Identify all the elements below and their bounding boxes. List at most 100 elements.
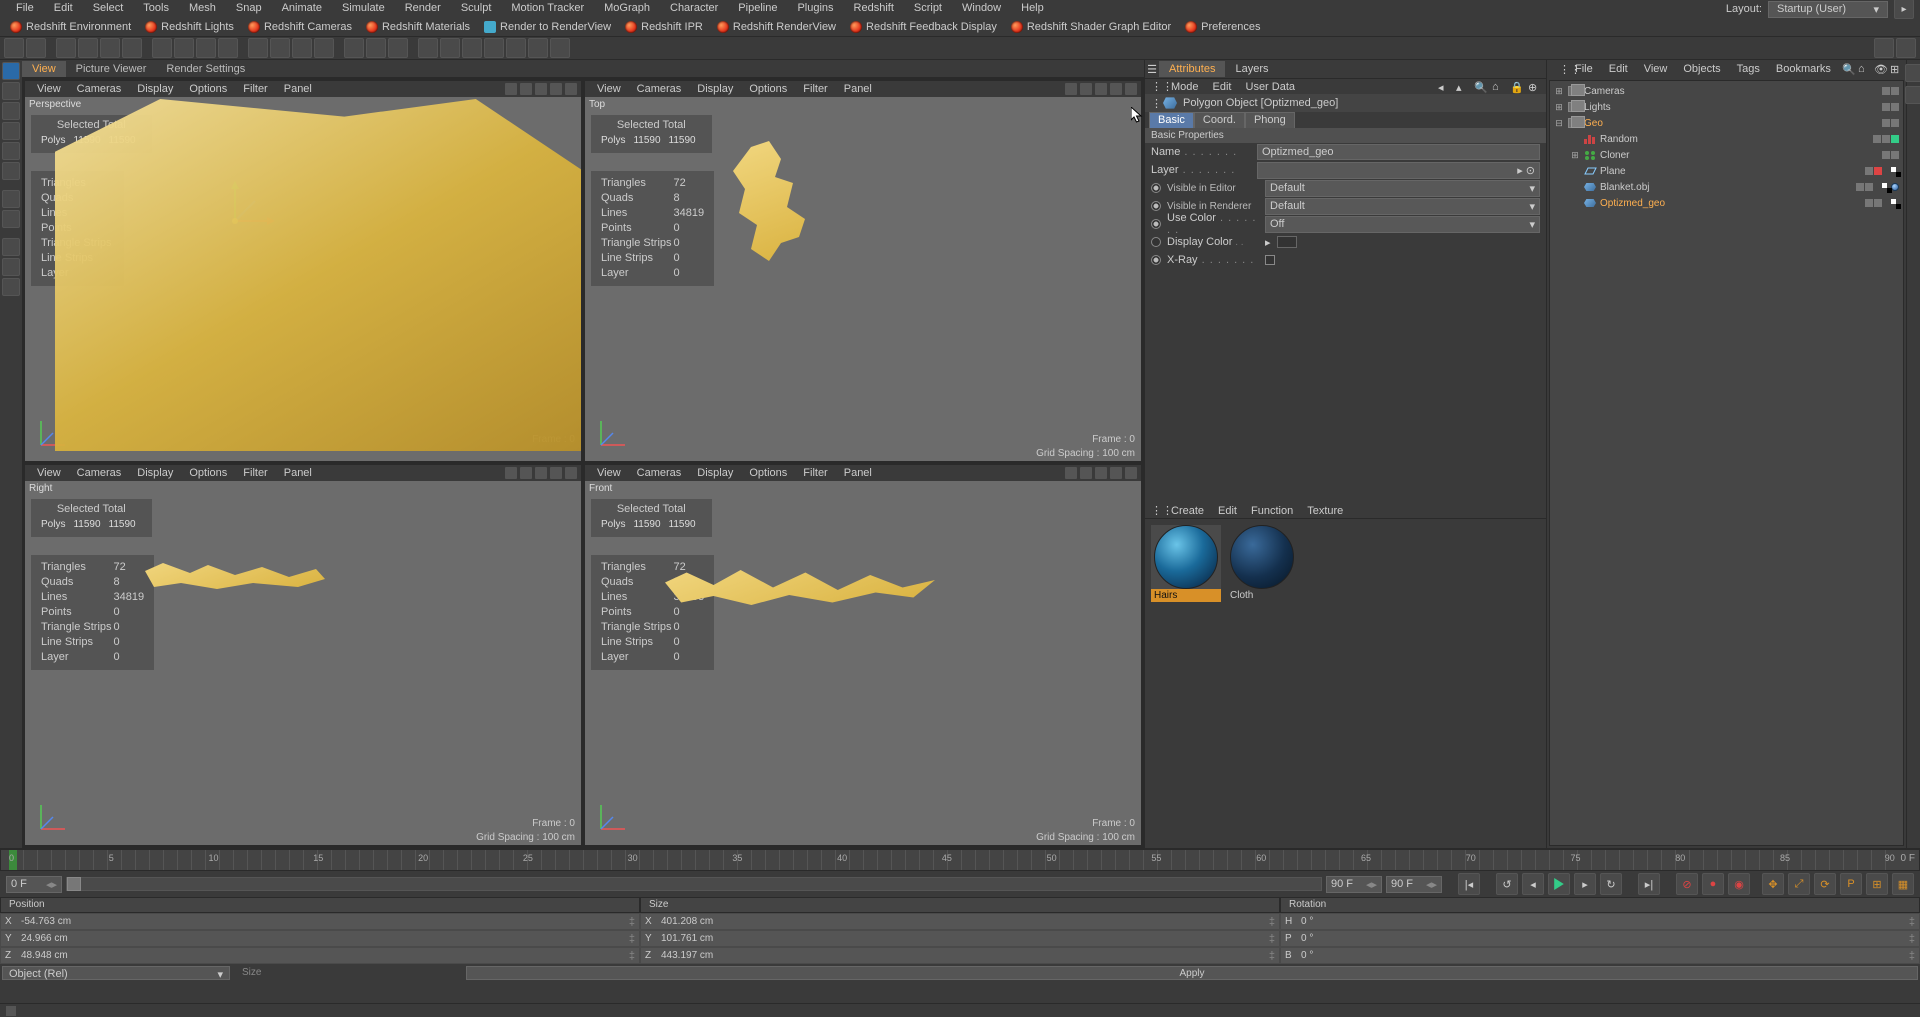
menu-mograph[interactable]: MoGraph: [594, 0, 660, 18]
model-mode[interactable]: [2, 62, 20, 80]
coord-system-button[interactable]: [314, 38, 334, 58]
param-key-button[interactable]: P: [1840, 873, 1862, 895]
vpmenu-cameras[interactable]: Cameras: [629, 83, 690, 95]
lock-y-button[interactable]: [270, 38, 290, 58]
live-select-button[interactable]: [56, 38, 76, 58]
next-key-button[interactable]: ↻: [1600, 873, 1622, 895]
coord-p-z[interactable]: Z48.948 cm‡: [0, 947, 640, 964]
attr-sub-user-data[interactable]: User Data: [1246, 81, 1296, 93]
layer-field[interactable]: ▸ ⊙: [1257, 162, 1540, 179]
name-field[interactable]: Optizmed_geo: [1257, 144, 1540, 160]
spinner-icon[interactable]: ‡: [1269, 950, 1275, 962]
start-frame-field[interactable]: 0 F◂▸: [6, 876, 62, 893]
cube-primitive-button[interactable]: [418, 38, 438, 58]
rs-redshift-lights[interactable]: Redshift Lights: [139, 19, 240, 35]
om-expand-icon[interactable]: ⊞: [1890, 63, 1902, 75]
vp-nav-icon[interactable]: [520, 83, 532, 95]
texture-mode[interactable]: [2, 82, 20, 100]
vpmenu-options[interactable]: Options: [181, 467, 235, 479]
vpmenu-display[interactable]: Display: [129, 467, 181, 479]
end-frame-field[interactable]: 90 F◂▸: [1386, 876, 1442, 893]
menu-snap[interactable]: Snap: [226, 0, 272, 18]
vpmenu-cameras[interactable]: Cameras: [69, 83, 130, 95]
vp-nav-icon[interactable]: [1065, 83, 1077, 95]
viewport-solo[interactable]: [2, 238, 20, 256]
rs-redshift-ipr[interactable]: Redshift IPR: [619, 19, 709, 35]
vpmenu-view[interactable]: View: [29, 83, 69, 95]
spinner-icon[interactable]: ‡: [629, 950, 635, 962]
tags[interactable]: [1891, 199, 1899, 207]
menu-redshift[interactable]: Redshift: [844, 0, 904, 18]
vpmenu-view[interactable]: View: [29, 467, 69, 479]
vp-nav-icon[interactable]: [550, 467, 562, 479]
om-menu-tags[interactable]: Tags: [1729, 63, 1768, 76]
menu-animate[interactable]: Animate: [272, 0, 332, 18]
om-search-icon[interactable]: 🔍: [1842, 63, 1854, 75]
menu-plugins[interactable]: Plugins: [787, 0, 843, 18]
edge-mode[interactable]: [2, 142, 20, 160]
tags[interactable]: [1882, 183, 1899, 191]
vpmenu-panel[interactable]: Panel: [276, 467, 320, 479]
attr-nav-icon[interactable]: 🔒: [1510, 81, 1522, 93]
vp-nav-icon[interactable]: [1110, 467, 1122, 479]
vp-nav-icon[interactable]: [565, 83, 577, 95]
light-button[interactable]: [550, 38, 570, 58]
vp-nav-icon[interactable]: [1110, 83, 1122, 95]
menu-sculpt[interactable]: Sculpt: [451, 0, 502, 18]
vp-nav-icon[interactable]: [1080, 83, 1092, 95]
autokey-button[interactable]: ●: [1702, 873, 1724, 895]
poly-select-button[interactable]: [122, 38, 142, 58]
rs-preferences[interactable]: Preferences: [1179, 19, 1266, 35]
attr-sub-edit[interactable]: Edit: [1213, 81, 1232, 93]
om-menu-edit[interactable]: Edit: [1601, 63, 1636, 76]
render-button[interactable]: [344, 38, 364, 58]
coord-p-y[interactable]: Y24.966 cm‡: [0, 930, 640, 947]
visibility-dots[interactable]: [1873, 135, 1899, 143]
edge-btn[interactable]: [1905, 64, 1920, 82]
om-row-blanket-obj[interactable]: Blanket.obj: [1550, 179, 1903, 195]
om-menu-file[interactable]: File: [1567, 63, 1601, 76]
spinner-icon[interactable]: ‡: [1269, 933, 1275, 945]
record-button[interactable]: ⊘: [1676, 873, 1698, 895]
render-region-button[interactable]: [366, 38, 386, 58]
undo-button[interactable]: [4, 38, 24, 58]
vrend-dropdown[interactable]: Default▾: [1265, 198, 1540, 215]
vp-nav-icon[interactable]: [505, 83, 517, 95]
visibility-dots[interactable]: [1882, 151, 1899, 159]
om-row-random[interactable]: Random: [1550, 131, 1903, 147]
menu-tools[interactable]: Tools: [133, 0, 179, 18]
tweaks[interactable]: [2, 210, 20, 228]
goto-start-button[interactable]: |◂: [1458, 873, 1480, 895]
vpmenu-filter[interactable]: Filter: [235, 83, 275, 95]
generator-button[interactable]: [462, 38, 482, 58]
spinner-icon[interactable]: ‡: [629, 933, 635, 945]
visibility-dots[interactable]: [1882, 119, 1899, 127]
vp-nav-icon[interactable]: [1095, 467, 1107, 479]
menu-motion-tracker[interactable]: Motion Tracker: [501, 0, 594, 18]
rot-key-button[interactable]: ⟳: [1814, 873, 1836, 895]
om-row-cameras[interactable]: ⊞Cameras: [1550, 83, 1903, 99]
om-row-plane[interactable]: Plane: [1550, 163, 1903, 179]
menu-render[interactable]: Render: [395, 0, 451, 18]
viewport-top[interactable]: ViewCamerasDisplayOptionsFilterPanelTopS…: [584, 80, 1142, 462]
layout-next-icon[interactable]: ▸: [1894, 0, 1914, 19]
coord-s-z[interactable]: Z443.197 cm‡: [640, 947, 1280, 964]
om-row-cloner[interactable]: ⊞Cloner: [1550, 147, 1903, 163]
coord-s-y[interactable]: Y101.761 cm‡: [640, 930, 1280, 947]
coord-mode-dropdown[interactable]: Object (Rel)▾: [2, 966, 230, 980]
viewport-front[interactable]: ViewCamerasDisplayOptionsFilterPanelFron…: [584, 464, 1142, 846]
mat-menu-edit[interactable]: Edit: [1218, 505, 1237, 517]
vp-nav-icon[interactable]: [1125, 83, 1137, 95]
vp-nav-icon[interactable]: [535, 83, 547, 95]
scale-button[interactable]: [174, 38, 194, 58]
render-settings-button[interactable]: [388, 38, 408, 58]
vpmenu-view[interactable]: View: [589, 467, 629, 479]
attr-tab-attributes[interactable]: Attributes: [1159, 61, 1225, 77]
phong-tag-icon[interactable]: [1882, 183, 1890, 191]
menu-pipeline[interactable]: Pipeline: [728, 0, 787, 18]
attr-nav-icon[interactable]: 🔍: [1474, 81, 1486, 93]
rect-select-button[interactable]: [78, 38, 98, 58]
attr-nav-icon[interactable]: ◂: [1438, 81, 1450, 93]
visibility-dots[interactable]: [1865, 199, 1882, 207]
anim-mode-button[interactable]: ▦: [1892, 873, 1914, 895]
